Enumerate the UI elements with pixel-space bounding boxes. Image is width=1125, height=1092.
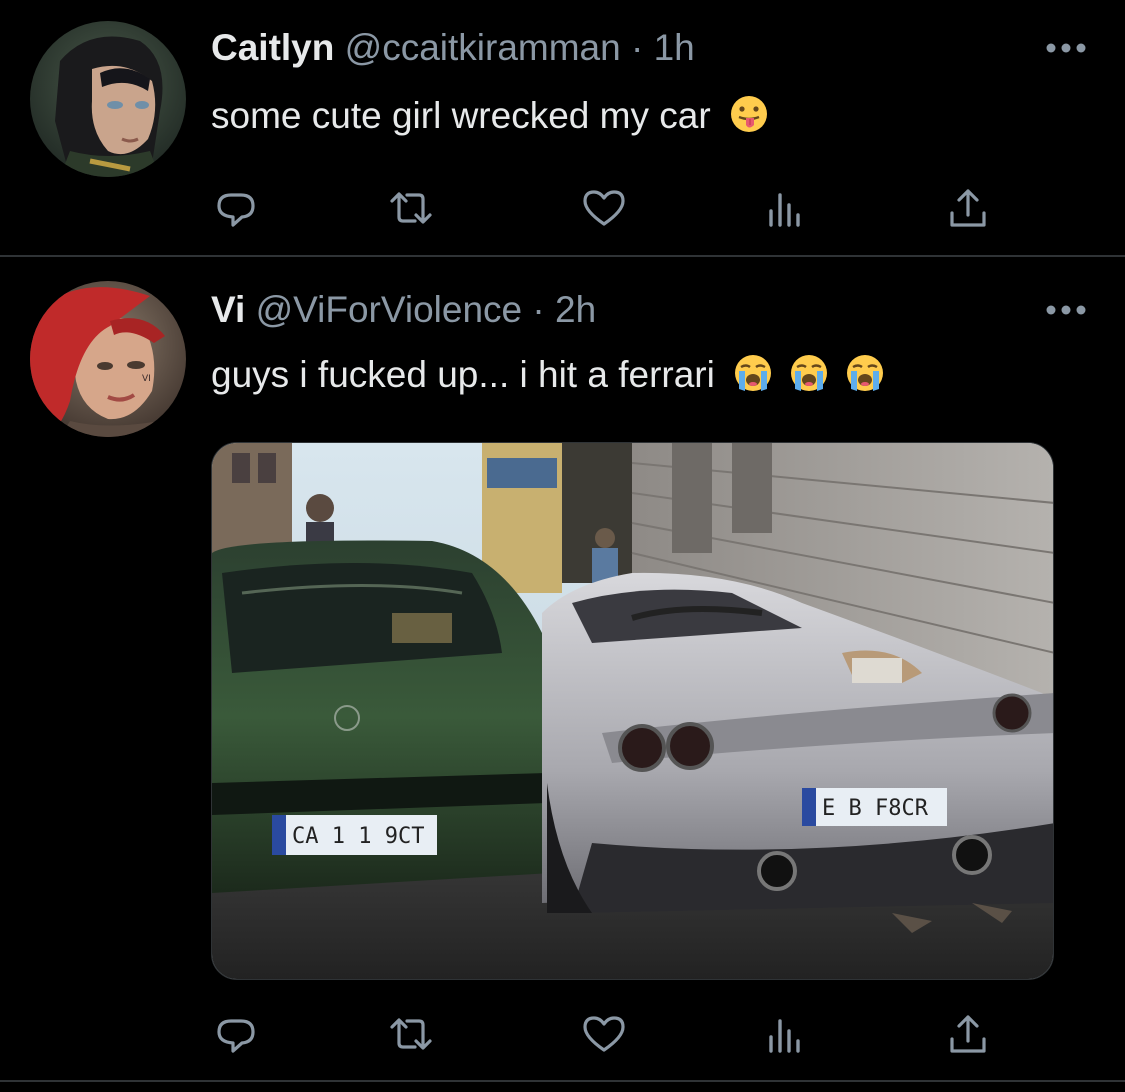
share-icon[interactable]: [943, 183, 993, 233]
display-name[interactable]: Vi: [211, 289, 245, 330]
tweet-header: Caitlyn @ccaitkiramman · 1h: [211, 26, 695, 70]
timestamp[interactable]: 1h: [654, 27, 695, 68]
tweet-text-content: some cute girl wrecked my car: [211, 95, 711, 136]
tweet-header: Vi @ViForViolence · 2h: [211, 288, 596, 332]
tweet-vi[interactable]: VI Vi @ViForViolence · 2h guys i fucked …: [0, 257, 1125, 1092]
timestamp[interactable]: 2h: [555, 289, 596, 330]
loudly-crying-face-emoji: [845, 353, 885, 393]
handle[interactable]: @ccaitkiramman: [345, 27, 621, 68]
svg-text:E B F8CR: E B F8CR: [822, 796, 929, 821]
loudly-crying-face-emoji: [733, 353, 773, 393]
action-bar: [211, 183, 1001, 233]
views-icon[interactable]: [759, 1009, 809, 1059]
retweet-icon[interactable]: [386, 183, 436, 233]
separator: ·: [532, 289, 545, 330]
tweet-text: some cute girl wrecked my car: [211, 94, 769, 138]
avatar-vi[interactable]: VI: [30, 281, 186, 437]
views-icon[interactable]: [759, 183, 809, 233]
handle[interactable]: @ViForViolence: [256, 289, 523, 330]
face-with-tongue-emoji: [729, 94, 769, 134]
avatar-caitlyn[interactable]: [30, 21, 186, 177]
svg-text:CA 1 1 9CT: CA 1 1 9CT: [292, 824, 424, 849]
like-icon[interactable]: [579, 1009, 629, 1059]
separator: ·: [630, 27, 644, 68]
retweet-icon[interactable]: [386, 1009, 436, 1059]
reply-icon[interactable]: [211, 183, 261, 233]
loudly-crying-face-emoji: [789, 353, 829, 393]
car-crash-photo: CA 1 1 9CT E B F8CR: [212, 443, 1053, 979]
more-options-icon[interactable]: [1043, 38, 1089, 58]
display-name[interactable]: Caitlyn: [211, 27, 334, 68]
tweet-text-content: guys i fucked up... i hit a ferrari: [211, 354, 715, 395]
tweet-media-image[interactable]: CA 1 1 9CT E B F8CR: [211, 442, 1054, 980]
tweet-divider: [0, 1080, 1125, 1082]
like-icon[interactable]: [579, 183, 629, 233]
tweet-text: guys i fucked up... i hit a ferrari: [211, 353, 885, 397]
reply-icon[interactable]: [211, 1009, 261, 1059]
share-icon[interactable]: [943, 1009, 993, 1059]
more-options-icon[interactable]: [1043, 300, 1089, 320]
action-bar: [211, 1009, 1001, 1059]
svg-text:VI: VI: [142, 374, 151, 384]
tweet-caitlyn[interactable]: Caitlyn @ccaitkiramman · 1h some cute gi…: [0, 0, 1125, 256]
